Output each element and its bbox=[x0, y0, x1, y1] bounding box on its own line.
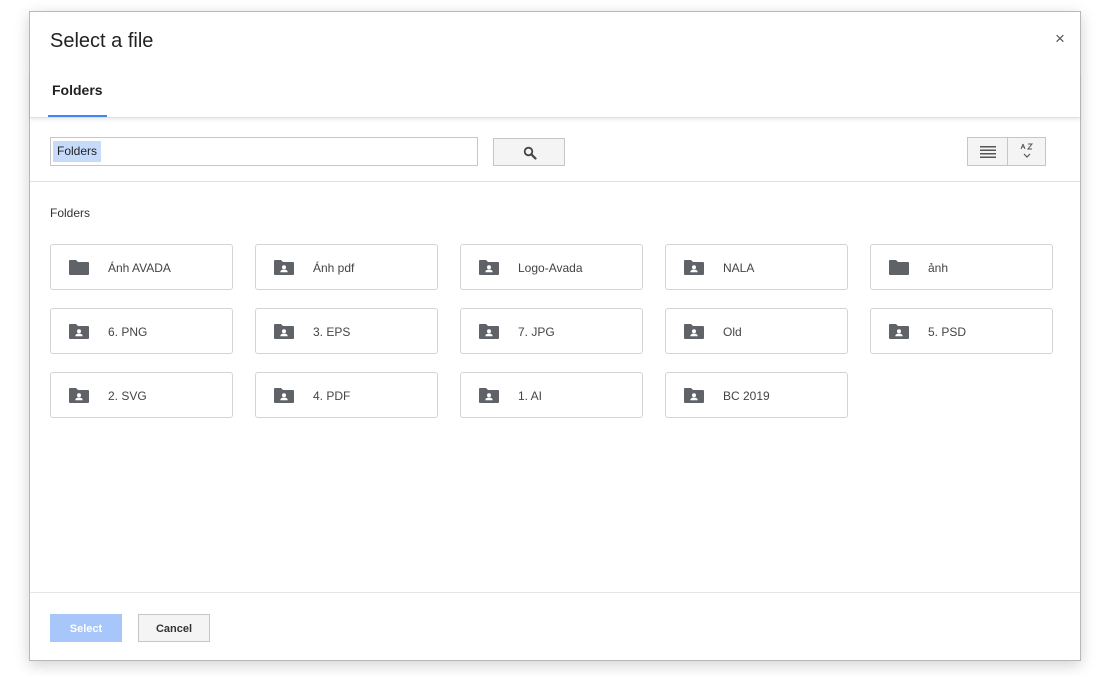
folder-name: Ánh pdf bbox=[313, 261, 355, 275]
folder-name: 2. SVG bbox=[108, 389, 147, 403]
folder-name: NALA bbox=[723, 261, 755, 275]
folder-item[interactable]: NALA bbox=[665, 244, 848, 290]
folder-name: Old bbox=[723, 325, 742, 339]
folder-name: Logo-Avada bbox=[518, 261, 583, 275]
folder-name: 4. PDF bbox=[313, 389, 351, 403]
sort-button[interactable] bbox=[1007, 137, 1046, 166]
folder-item[interactable]: 4. PDF bbox=[255, 372, 438, 418]
toolbar: Folders bbox=[30, 118, 1080, 182]
folder-item[interactable]: 2. SVG bbox=[50, 372, 233, 418]
folder-item[interactable]: 6. PNG bbox=[50, 308, 233, 354]
shared-folder-icon bbox=[479, 324, 499, 339]
folder-item[interactable]: Old bbox=[665, 308, 848, 354]
shared-folder-icon bbox=[684, 260, 704, 275]
folder-name: BC 2019 bbox=[723, 389, 770, 403]
folder-item[interactable]: 3. EPS bbox=[255, 308, 438, 354]
list-view-icon bbox=[979, 145, 996, 158]
search-input[interactable]: Folders bbox=[50, 137, 478, 166]
folder-item[interactable]: 1. AI bbox=[460, 372, 643, 418]
folder-name: 7. JPG bbox=[518, 325, 555, 339]
shared-folder-icon bbox=[684, 324, 704, 339]
tab-folders[interactable]: Folders bbox=[48, 72, 107, 117]
folder-name: 1. AI bbox=[518, 389, 543, 403]
shared-folder-icon bbox=[274, 388, 294, 403]
folder-name: ảnh bbox=[928, 261, 949, 275]
search-button[interactable] bbox=[493, 138, 565, 166]
cancel-button[interactable]: Cancel bbox=[138, 614, 210, 642]
folder-item[interactable]: 5. PSD bbox=[870, 308, 1053, 354]
folder-name: 6. PNG bbox=[108, 325, 148, 339]
sort-az-icon bbox=[1020, 143, 1033, 158]
shared-folder-icon bbox=[274, 260, 294, 275]
shared-folder-icon bbox=[274, 324, 294, 339]
close-button[interactable]: × bbox=[1052, 30, 1068, 47]
folder-item[interactable]: BC 2019 bbox=[665, 372, 848, 418]
folder-item[interactable]: 7. JPG bbox=[460, 308, 643, 354]
folder-icon bbox=[889, 260, 909, 275]
dialog-footer: Select Cancel bbox=[30, 592, 1080, 662]
dialog-title: Select a file bbox=[50, 30, 154, 52]
folder-item[interactable]: ảnh bbox=[870, 244, 1053, 290]
list-view-button[interactable] bbox=[967, 137, 1008, 166]
search-input-value: Folders bbox=[53, 141, 102, 162]
shared-folder-icon bbox=[479, 388, 499, 403]
folder-item[interactable]: Ánh AVADA bbox=[50, 244, 233, 290]
folder-name: 5. PSD bbox=[928, 325, 967, 339]
tab-bar: Folders bbox=[30, 72, 1080, 118]
shared-folder-icon bbox=[69, 388, 89, 403]
folder-icon bbox=[69, 260, 89, 275]
folder-item[interactable]: Ánh pdf bbox=[255, 244, 438, 290]
section-label: Folders bbox=[50, 206, 91, 220]
search-icon bbox=[523, 146, 537, 160]
folder-item[interactable]: Logo-Avada bbox=[460, 244, 643, 290]
shared-folder-icon bbox=[69, 324, 89, 339]
shared-folder-icon bbox=[479, 260, 499, 275]
shared-folder-icon bbox=[889, 324, 909, 339]
file-picker-dialog: Select a file × Folders Folders Folders … bbox=[29, 11, 1081, 661]
shared-folder-icon bbox=[684, 388, 704, 403]
folder-name: Ánh AVADA bbox=[108, 261, 171, 275]
select-button[interactable]: Select bbox=[50, 614, 122, 642]
folder-name: 3. EPS bbox=[313, 325, 351, 339]
